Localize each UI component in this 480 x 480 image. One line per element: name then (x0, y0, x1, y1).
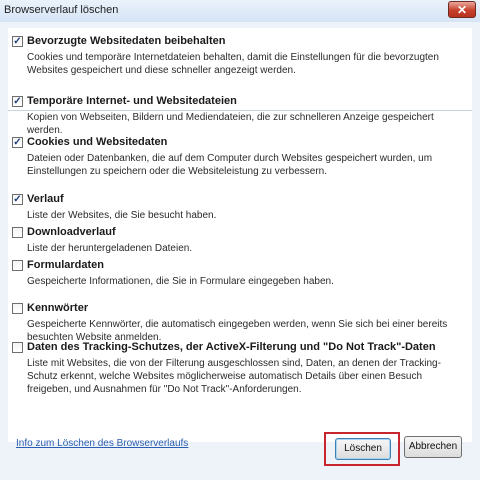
checkbox-tracking-protection[interactable] (12, 342, 23, 353)
cancel-button[interactable]: Abbrechen (404, 436, 462, 458)
option-description: Kopien von Webseiten, Bildern und Medien… (27, 112, 434, 136)
option-description: Cookies und temporäre Internetdateien be… (27, 52, 439, 76)
option-form-data: Formulardaten Gespeicherte Informationen… (12, 259, 466, 288)
option-history: ✓ Verlauf Liste der Websites, die Sie be… (12, 193, 466, 222)
checkbox-preserve-favorites[interactable]: ✓ (12, 36, 23, 47)
dialog-frame: ✓ Bevorzugte Websitedaten beibehalten Co… (0, 22, 480, 480)
option-description: Liste der heruntergeladenen Dateien. (27, 243, 193, 254)
option-title: Verlauf (27, 193, 64, 205)
option-cookies: ✓ Cookies und Websitedaten Dateien oder … (12, 136, 466, 178)
option-description: Gespeicherte Informationen, die Sie in F… (27, 276, 334, 287)
checkbox-history[interactable]: ✓ (12, 194, 23, 205)
title-bar: Browserverlauf löschen ✕ (0, 0, 480, 23)
window-title: Browserverlauf löschen (4, 4, 119, 16)
option-title: Formulardaten (27, 259, 105, 271)
option-preserve-favorites: ✓ Bevorzugte Websitedaten beibehalten Co… (12, 35, 466, 77)
option-temp-files: ✓ Temporäre Internet- und Websitedateien… (12, 95, 466, 137)
option-description: Liste mit Websites, die von der Filterun… (27, 358, 441, 395)
option-title: Downloadverlauf (27, 226, 116, 238)
delete-button[interactable]: Löschen (335, 438, 391, 460)
option-passwords: Kennwörter Gespeicherte Kennwörter, die … (12, 302, 466, 344)
option-title: Bevorzugte Websitedaten beibehalten (27, 35, 226, 47)
checkbox-temp-files[interactable]: ✓ (12, 96, 23, 107)
option-title: Kennwörter (27, 302, 89, 314)
close-button[interactable]: ✕ (448, 1, 476, 18)
checkbox-cookies[interactable]: ✓ (12, 137, 23, 148)
option-title: Temporäre Internet- und Websitedateien (27, 95, 237, 107)
delete-button-highlight: Löschen (324, 432, 400, 466)
checkbox-passwords[interactable] (12, 303, 23, 314)
help-link[interactable]: Info zum Löschen des Browserverlaufs (16, 438, 188, 449)
option-tracking-protection: Daten des Tracking-Schutzes, der ActiveX… (12, 341, 466, 396)
checkbox-form-data[interactable] (12, 260, 23, 271)
option-title: Cookies und Websitedaten (27, 136, 168, 148)
option-description: Dateien oder Datenbanken, die auf dem Co… (27, 153, 433, 177)
option-description: Liste der Websites, die Sie besucht habe… (27, 210, 217, 221)
option-download-history: Downloadverlauf Liste der heruntergelade… (12, 226, 466, 255)
options-panel: ✓ Bevorzugte Websitedaten beibehalten Co… (8, 28, 472, 442)
option-title: Daten des Tracking-Schutzes, der ActiveX… (27, 341, 436, 353)
checkbox-download-history[interactable] (12, 227, 23, 238)
